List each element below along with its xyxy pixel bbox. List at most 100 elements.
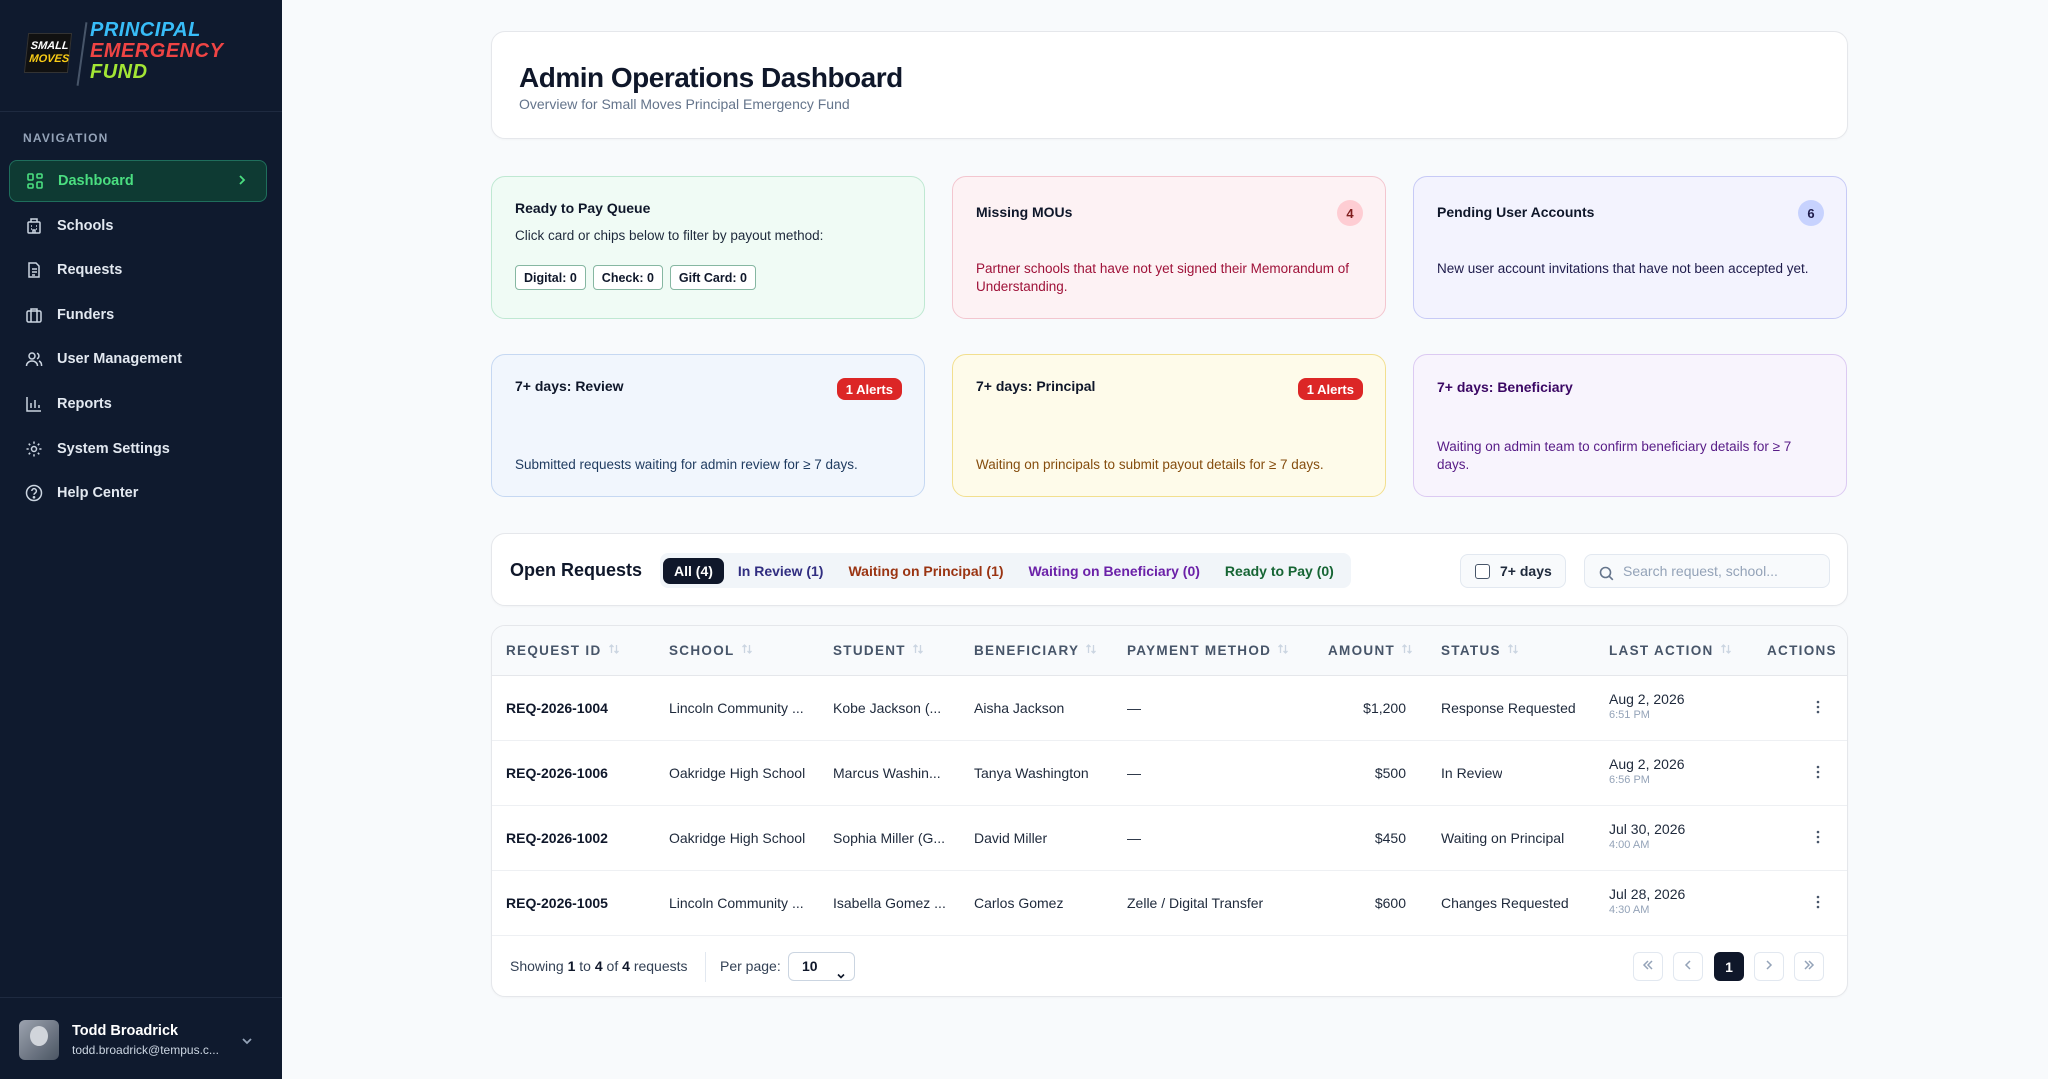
- chip-check[interactable]: Check: 0: [592, 265, 663, 290]
- chevron-down-icon[interactable]: [241, 1034, 253, 1052]
- card-title: 7+ days: Principal: [976, 378, 1096, 394]
- tab-all[interactable]: All (4): [663, 557, 724, 584]
- request-id[interactable]: REQ-2026-1002: [506, 830, 608, 846]
- logo-badge: SMALL MOVES: [23, 33, 73, 73]
- table-row[interactable]: REQ-2026-1006 Oakridge High School Marcu…: [492, 741, 1847, 806]
- sidebar-item-schools[interactable]: Schools: [9, 205, 267, 247]
- user-menu[interactable]: Todd Broadrick todd.broadrick@tempus.c..…: [0, 997, 282, 1079]
- divider: [705, 952, 706, 982]
- table-footer: Showing 1 to 4 of 4 requests Per page: 1…: [492, 938, 1847, 996]
- page-subtitle: Overview for Small Moves Principal Emerg…: [519, 96, 850, 112]
- beneficiary-alert-card[interactable]: 7+ days: Beneficiary Waiting on admin te…: [1413, 354, 1847, 497]
- sidebar-item-requests[interactable]: Requests: [9, 249, 267, 291]
- sidebar-item-label: Help Center: [57, 485, 139, 502]
- seven-days-toggle[interactable]: 7+ days: [1460, 554, 1566, 588]
- gear-icon: [25, 440, 43, 458]
- sidebar-item-reports[interactable]: Reports: [9, 383, 267, 425]
- column-header-amount[interactable]: AMOUNT: [1328, 643, 1413, 658]
- status: In Review: [1441, 765, 1503, 781]
- more-actions-icon[interactable]: [1815, 828, 1821, 846]
- payment-method: Zelle / Digital Transfer: [1127, 895, 1264, 911]
- table-row[interactable]: REQ-2026-1004 Lincoln Community ... Kobe…: [492, 676, 1847, 741]
- ready-to-pay-card[interactable]: Ready to Pay Queue Click card or chips b…: [491, 176, 925, 319]
- sidebar-nav: Dashboard Schools Requests Funders User …: [9, 160, 267, 517]
- per-page-select[interactable]: 10: [788, 952, 855, 981]
- column-header-request-id[interactable]: REQUEST ID: [506, 643, 620, 658]
- table-row[interactable]: REQ-2026-1005 Lincoln Community ... Isab…: [492, 871, 1847, 936]
- brand-logo[interactable]: SMALL MOVES PRINCIPAL EMERGENCY FUND: [0, 0, 282, 112]
- search-input[interactable]: [1623, 555, 1823, 587]
- chevron-right-icon: [1763, 958, 1775, 976]
- more-actions-icon[interactable]: [1815, 893, 1821, 911]
- payout-chips: Digital: 0 Check: 0 Gift Card: 0: [515, 265, 756, 290]
- last-action: Aug 2, 2026 6:51 PM: [1609, 691, 1685, 721]
- sidebar-item-dashboard[interactable]: Dashboard: [9, 160, 267, 202]
- tab-in-review[interactable]: In Review (1): [727, 558, 835, 584]
- bar-chart-icon: [25, 395, 43, 413]
- search-icon: [1599, 566, 1614, 586]
- pending-user-accounts-card[interactable]: Pending User Accounts 6 New user account…: [1413, 176, 1847, 319]
- more-actions-icon[interactable]: [1815, 763, 1821, 781]
- column-header-student[interactable]: STUDENT: [833, 643, 924, 658]
- student: Isabella Gomez ...: [833, 895, 946, 911]
- sidebar-item-help-center[interactable]: Help Center: [9, 472, 267, 514]
- column-header-school[interactable]: SCHOOL: [669, 643, 753, 658]
- request-id[interactable]: REQ-2026-1004: [506, 700, 608, 716]
- table-row[interactable]: REQ-2026-1002 Oakridge High School Sophi…: [492, 806, 1847, 871]
- previous-page-button[interactable]: [1673, 952, 1703, 981]
- tab-waiting-on-beneficiary[interactable]: Waiting on Beneficiary (0): [1018, 558, 1211, 584]
- sort-icon: [912, 643, 924, 658]
- column-header-last-action[interactable]: LAST ACTION: [1609, 643, 1732, 658]
- school: Oakridge High School: [669, 830, 806, 846]
- tab-ready-to-pay[interactable]: Ready to Pay (0): [1214, 558, 1345, 584]
- column-header-beneficiary[interactable]: BENEFICIARY: [974, 643, 1097, 658]
- review-alert-card[interactable]: 7+ days: Review 1 Alerts Submitted reque…: [491, 354, 925, 497]
- amount: $500: [1374, 765, 1406, 781]
- card-description: Partner schools that have not yet signed…: [976, 261, 1349, 294]
- chip-gift-card[interactable]: Gift Card: 0: [669, 265, 756, 290]
- card-title: 7+ days: Beneficiary: [1437, 379, 1573, 395]
- amount: $600: [1374, 895, 1406, 911]
- chevrons-right-icon: [1803, 958, 1815, 976]
- tab-waiting-on-principal[interactable]: Waiting on Principal (1): [837, 558, 1014, 584]
- column-header-payment-method[interactable]: PAYMENT METHOD: [1127, 643, 1289, 658]
- sort-icon: [1085, 643, 1097, 658]
- principal-alert-card[interactable]: 7+ days: Principal 1 Alerts Waiting on p…: [952, 354, 1386, 497]
- sort-icon: [1507, 643, 1519, 658]
- chevrons-left-icon: [1642, 958, 1654, 976]
- student: Sophia Miller (G...: [833, 830, 946, 846]
- chevron-down-icon: [836, 963, 846, 990]
- next-page-button[interactable]: [1754, 952, 1784, 981]
- column-header-status[interactable]: STATUS: [1441, 643, 1519, 658]
- card-description: Click card or chips below to filter by p…: [515, 228, 824, 243]
- alert-badge: 1 Alerts: [1297, 378, 1363, 400]
- school: Lincoln Community ...: [669, 895, 804, 911]
- sidebar-item-system-settings[interactable]: System Settings: [9, 428, 267, 470]
- more-actions-icon[interactable]: [1815, 698, 1821, 716]
- last-action: Jul 28, 2026 4:30 AM: [1609, 886, 1686, 916]
- user-email: todd.broadrick@tempus.c...: [72, 1043, 219, 1057]
- seven-days-label: 7+ days: [1500, 563, 1552, 579]
- sidebar-item-user-management[interactable]: User Management: [9, 338, 267, 380]
- first-page-button[interactable]: [1633, 952, 1663, 981]
- building-icon: [25, 217, 43, 235]
- card-description: New user account invitations that have n…: [1437, 261, 1809, 276]
- sidebar-item-funders[interactable]: Funders: [9, 294, 267, 336]
- missing-mous-card[interactable]: Missing MOUs 4 Partner schools that have…: [952, 176, 1386, 319]
- school: Lincoln Community ...: [669, 700, 804, 716]
- sidebar-item-label: Funders: [57, 306, 115, 323]
- requests-table: REQUEST ID SCHOOL STUDENT BENEFICIARY PA…: [491, 625, 1848, 997]
- status: Response Requested: [1441, 700, 1576, 716]
- chevron-left-icon: [1682, 958, 1694, 976]
- request-id[interactable]: REQ-2026-1006: [506, 765, 608, 781]
- sidebar-item-label: Reports: [57, 395, 112, 412]
- sidebar-item-label: Schools: [57, 217, 114, 234]
- request-id[interactable]: REQ-2026-1005: [506, 895, 608, 911]
- chip-digital[interactable]: Digital: 0: [515, 265, 586, 290]
- logo-divider: [76, 22, 88, 86]
- last-page-button[interactable]: [1794, 952, 1824, 981]
- seven-days-checkbox[interactable]: [1475, 563, 1490, 579]
- page-header: Admin Operations Dashboard Overview for …: [491, 31, 1848, 139]
- open-requests-bar: Open Requests All (4) In Review (1) Wait…: [491, 533, 1848, 606]
- page-button-current[interactable]: 1: [1714, 952, 1744, 981]
